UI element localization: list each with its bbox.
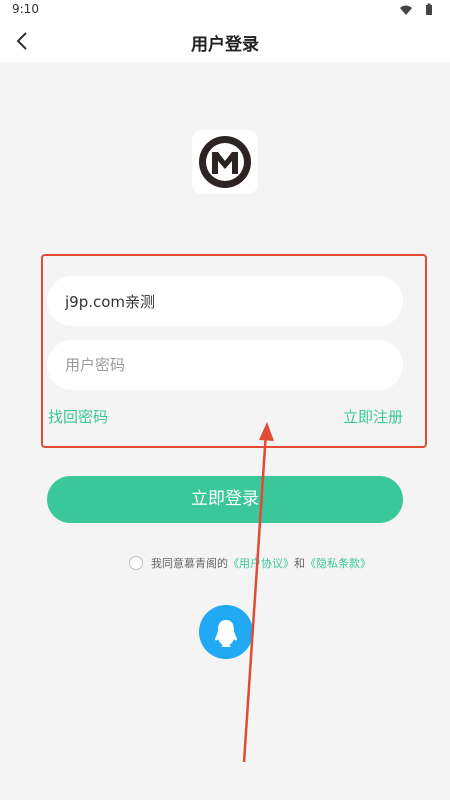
wifi-icon (400, 5, 412, 15)
forgot-password-link[interactable]: 找回密码 (48, 406, 108, 427)
app-logo (192, 130, 258, 194)
agreement-prefix: 我同意慕青阁的 (151, 557, 228, 570)
qq-icon (215, 620, 237, 647)
status-time: 9:10 (12, 2, 39, 16)
agreement-checkbox[interactable] (129, 556, 143, 570)
password-input[interactable] (47, 340, 403, 390)
page-title: 用户登录 (191, 35, 259, 55)
battery-icon (426, 3, 432, 15)
login-button[interactable]: 立即登录 (47, 476, 403, 523)
status-bar: 9:10 (0, 0, 450, 20)
agreement-row: 我同意慕青阁的《用户协议》和《隐私条款》 (129, 555, 371, 573)
register-link[interactable]: 立即注册 (343, 406, 403, 427)
status-icons (400, 3, 432, 15)
m-logo-icon (199, 136, 251, 188)
username-input[interactable] (47, 276, 403, 326)
qq-login-button[interactable] (199, 605, 253, 659)
privacy-policy-link[interactable]: 《隐私条款》 (305, 557, 371, 570)
user-agreement-link[interactable]: 《用户协议》 (228, 557, 294, 570)
agreement-and: 和 (294, 557, 305, 570)
app-bar: 用户登录 (0, 20, 450, 62)
